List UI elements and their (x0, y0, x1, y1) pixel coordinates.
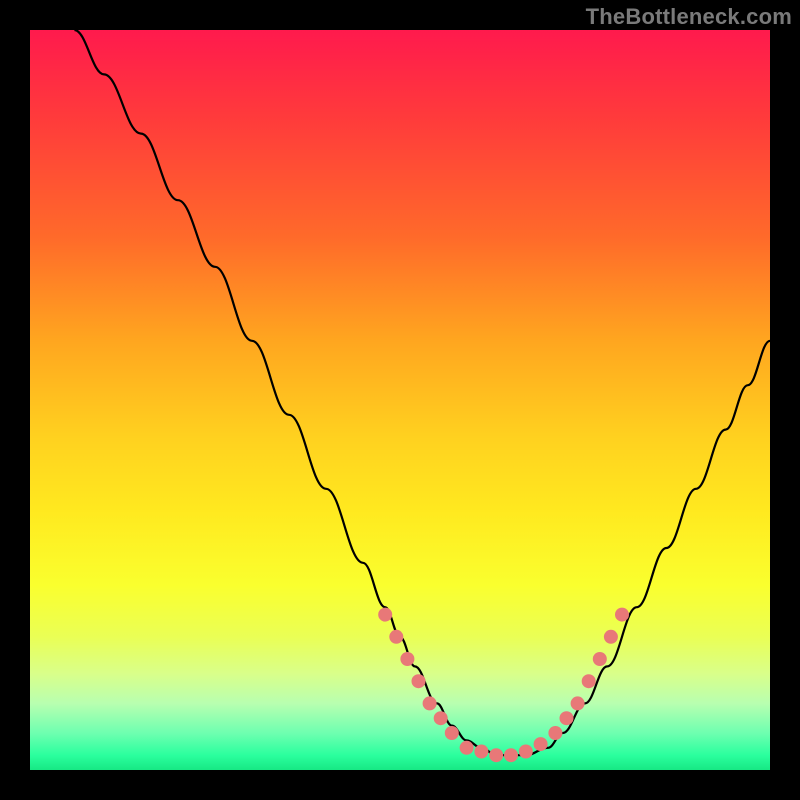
marker-dot (400, 652, 414, 666)
marker-dot (571, 696, 585, 710)
marker-dot (519, 745, 533, 759)
chart-svg (30, 30, 770, 770)
bottleneck-curve (74, 30, 770, 755)
chart-plot-area (30, 30, 770, 770)
marker-dot (504, 748, 518, 762)
marker-dot (560, 711, 574, 725)
marker-dot (412, 674, 426, 688)
marker-dot (474, 745, 488, 759)
marker-dot (378, 608, 392, 622)
marker-dot (593, 652, 607, 666)
marker-dot (604, 630, 618, 644)
marker-dot (489, 748, 503, 762)
marker-dot (582, 674, 596, 688)
marker-dot (615, 608, 629, 622)
marker-dot (460, 741, 474, 755)
marker-dot (389, 630, 403, 644)
chart-frame: TheBottleneck.com (0, 0, 800, 800)
watermark-text: TheBottleneck.com (586, 4, 792, 30)
marker-dot (548, 726, 562, 740)
marker-dot (534, 737, 548, 751)
marker-dot (445, 726, 459, 740)
marker-dot (423, 696, 437, 710)
highlight-markers (378, 608, 629, 763)
marker-dot (434, 711, 448, 725)
